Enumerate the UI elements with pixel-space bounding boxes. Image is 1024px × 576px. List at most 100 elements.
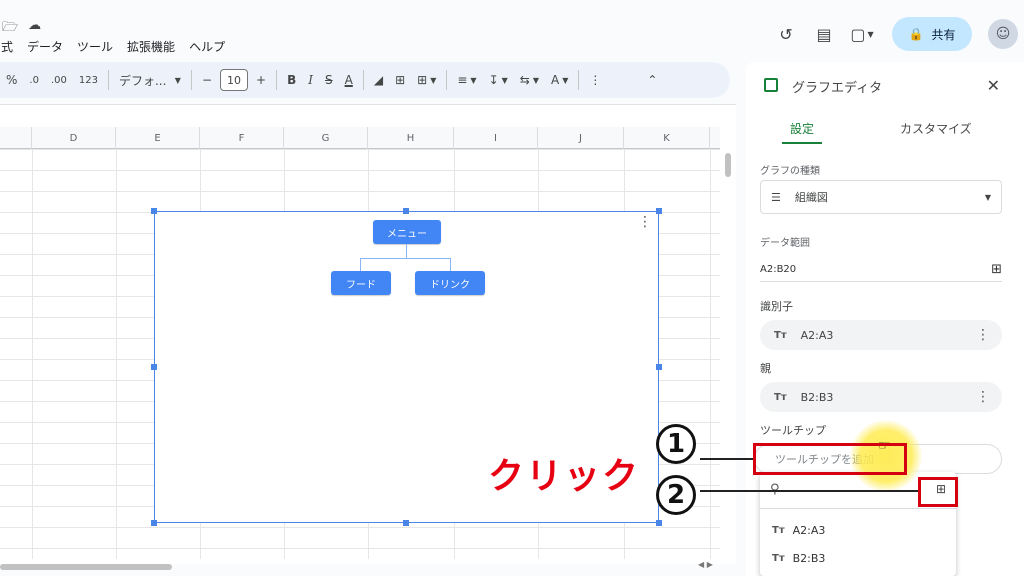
tab-setup[interactable]: 設定 [790, 120, 814, 137]
cloud-status-icon[interactable]: ☁ [28, 18, 41, 40]
comments-icon[interactable]: ▤ [810, 20, 838, 48]
dropdown-item[interactable]: Tт A2:A3 [772, 524, 825, 537]
font-size-decrease-button[interactable]: − [196, 66, 218, 94]
meet-icon[interactable]: ▢ ▼ [848, 20, 876, 48]
chart-editor-panel: グラフエディタ ✕ 設定 カスタマイズ グラフの種類 ☰ 組織図 ▼ データ範囲… [746, 62, 1024, 576]
resize-handle[interactable] [656, 364, 662, 370]
org-node-drink[interactable]: ドリンク [415, 271, 485, 295]
text-wrap-icon[interactable]: ⇆ ▼ [514, 66, 545, 94]
chart-type-value: 組織図 [794, 191, 828, 204]
increase-decimal-button[interactable]: .00 [45, 66, 73, 94]
chevron-down-icon: ▼ [174, 75, 181, 85]
divider [760, 508, 956, 509]
org-node-root[interactable]: メニュー [373, 220, 441, 244]
text-type-icon: Tт [774, 391, 787, 403]
column-header-d[interactable]: D [32, 127, 116, 149]
parent-value: B2:B3 [800, 390, 834, 404]
horizontal-align-icon[interactable]: ≡ ▼ [451, 66, 482, 94]
annotation-step-2: 2 [656, 475, 696, 515]
column-header-f[interactable]: F [200, 127, 284, 149]
column-header-e[interactable]: E [116, 127, 200, 149]
parent-label: 親 [760, 362, 771, 375]
horizontal-scrollbar-thumb[interactable] [0, 564, 172, 570]
annotation-box-1 [753, 443, 907, 475]
fill-color-icon[interactable]: ◢ [368, 66, 389, 94]
italic-button[interactable]: I [302, 66, 319, 94]
column-header-k[interactable]: K [624, 127, 710, 149]
chevron-down-icon: ▼ [984, 192, 991, 202]
menu-data[interactable]: データ [26, 38, 64, 55]
doc-status-icons: 🗁 ☁ [2, 18, 41, 40]
chart-type-select[interactable]: ☰ 組織図 ▼ [760, 180, 1002, 214]
screen: 🗁 ☁ 式 データ ツール 拡張機能 ヘルプ ↺ ▤ ▢ ▼ 🔒 共有 ☺ % .… [0, 0, 1024, 576]
resize-handle[interactable] [403, 520, 409, 526]
column-header-g[interactable]: G [284, 127, 368, 149]
collapse-toolbar-icon[interactable]: ⌃ [641, 66, 663, 94]
number-format-button[interactable]: 123 [73, 66, 104, 94]
vertical-align-icon[interactable]: ↧ ▼ [483, 66, 514, 94]
percent-format-button[interactable]: % [0, 66, 23, 94]
panel-header: グラフエディタ ✕ [746, 62, 1024, 110]
resize-handle[interactable] [151, 520, 157, 526]
annotation-click-label: クリック [488, 456, 641, 497]
tab-customize[interactable]: カスタマイズ [900, 120, 972, 137]
identifier-chip[interactable]: Tт A2:A3 ⋮ [760, 320, 1002, 350]
resize-handle[interactable] [151, 208, 157, 214]
resize-handle[interactable] [403, 208, 409, 214]
lock-icon: 🔒 [908, 27, 924, 41]
column-header-partial[interactable] [0, 127, 32, 149]
share-button[interactable]: 🔒 共有 [892, 17, 972, 51]
scroll-arrows[interactable]: ◀ ▶ [698, 560, 713, 569]
avatar[interactable]: ☺ [988, 19, 1018, 49]
font-family-value: デフォ... [118, 73, 167, 88]
close-icon[interactable]: ✕ [987, 76, 1000, 95]
decrease-decimal-button[interactable]: .0 [23, 66, 45, 94]
history-icon[interactable]: ↺ [772, 20, 800, 48]
org-chart-icon: ☰ [771, 190, 781, 204]
org-node-food[interactable]: フード [331, 271, 391, 295]
annotation-step-1: 1 [656, 424, 696, 464]
separator [362, 70, 364, 90]
resize-handle[interactable] [656, 208, 662, 214]
vertical-scrollbar[interactable] [722, 149, 732, 559]
resize-handle[interactable] [151, 364, 157, 370]
parent-chip[interactable]: Tт B2:B3 ⋮ [760, 382, 1002, 412]
font-size-increase-button[interactable]: + [250, 66, 272, 94]
panel-title: グラフエディタ [792, 81, 883, 96]
horizontal-scrollbar[interactable] [0, 562, 720, 572]
borders-icon[interactable]: ⊞ [389, 66, 411, 94]
chart-menu-icon[interactable]: ⋮ [638, 215, 652, 229]
column-header-j[interactable]: J [538, 127, 624, 149]
chart-type-label: グラフの種類 [760, 166, 820, 177]
merge-cells-icon[interactable]: ⊞ ▼ [411, 66, 442, 94]
font-family-select[interactable]: デフォ... ▼ [113, 66, 187, 94]
identifier-label: 識別子 [760, 300, 793, 313]
grid-select-icon[interactable]: ⊞ [991, 262, 1002, 277]
bold-button[interactable]: B [281, 66, 302, 94]
menu-format[interactable]: 式 [0, 38, 14, 55]
menu-extensions[interactable]: 拡張機能 [126, 38, 176, 55]
vertical-scrollbar-thumb[interactable] [725, 153, 731, 177]
data-range-field[interactable]: A2:B20 ⊞ [760, 258, 1002, 282]
data-range-label: データ範囲 [760, 238, 810, 249]
column-header-i[interactable]: I [454, 127, 538, 149]
column-header-row: D E F G H I J K [0, 127, 720, 149]
more-vert-icon[interactable]: ⋮ [976, 328, 990, 342]
more-vert-icon[interactable]: ⋮ [976, 390, 990, 404]
separator [107, 70, 109, 90]
more-options-icon[interactable]: ⋮ [583, 66, 607, 94]
text-color-button[interactable]: A [339, 66, 359, 94]
separator [276, 70, 278, 90]
strikethrough-button[interactable]: S [319, 66, 339, 94]
annotation-step-2-number: 2 [666, 480, 686, 510]
move-folder-icon[interactable]: 🗁 [2, 18, 18, 40]
annotation-line-1 [700, 458, 754, 460]
font-size-input[interactable]: 10 [220, 69, 249, 91]
resize-handle[interactable] [656, 520, 662, 526]
chart-icon [764, 78, 778, 92]
menu-tools[interactable]: ツール [76, 38, 114, 55]
menu-help[interactable]: ヘルプ [188, 38, 226, 55]
text-rotation-icon[interactable]: A ▼ [545, 66, 574, 94]
column-header-h[interactable]: H [368, 127, 454, 149]
dropdown-item[interactable]: Tт B2:B3 [772, 552, 825, 565]
